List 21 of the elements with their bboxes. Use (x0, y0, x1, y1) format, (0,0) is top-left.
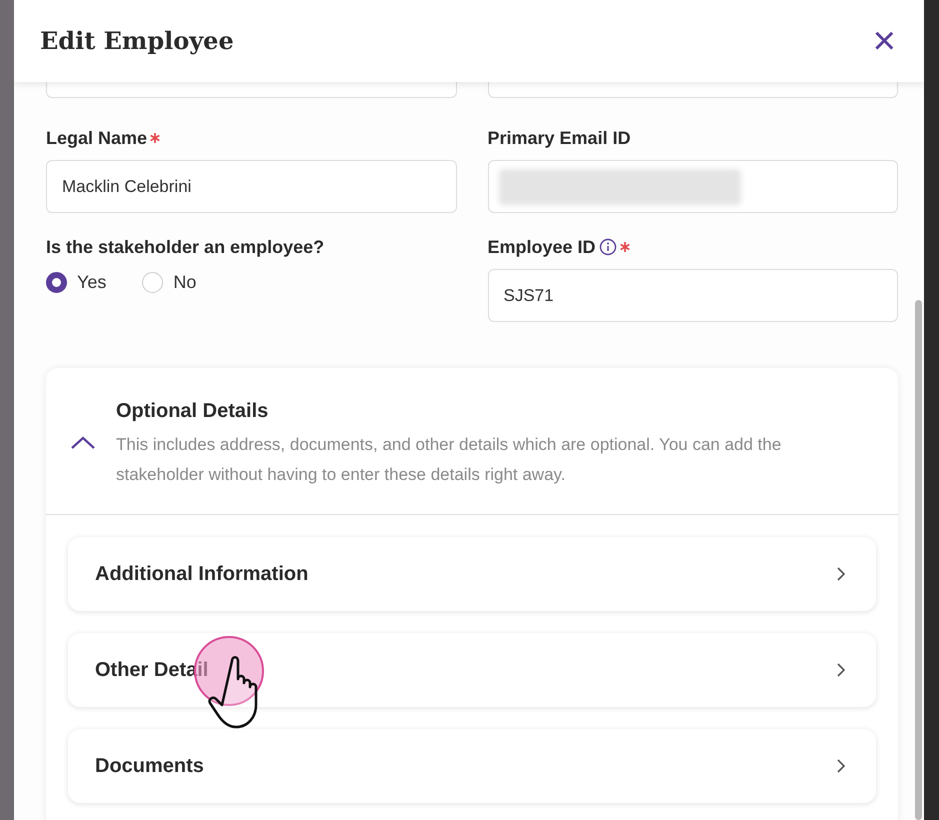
chevron-up-icon[interactable] (70, 435, 96, 451)
section-row[interactable]: Additional Information (68, 537, 876, 611)
chevron-right-icon (836, 662, 846, 678)
chevron-right-icon (836, 758, 846, 774)
dialog-title: Edit Employee (40, 25, 234, 57)
input-field[interactable]: Macklin Celebrini (46, 160, 456, 213)
radio-option[interactable]: Yes (46, 269, 106, 296)
field-label: Legal Name (46, 126, 148, 150)
section-description: This includes address, documents, and other details which are optional. You can add the stakeholder without having to enter these details right away. (116, 434, 782, 486)
field-label: Primary Email ID (488, 126, 631, 150)
radio-option[interactable]: No (142, 269, 196, 296)
field-label: Is the stakeholder an employee? (46, 236, 324, 259)
input-field[interactable]: SJS71 (488, 269, 898, 322)
chevron-right-icon (836, 566, 846, 582)
input-field[interactable] (488, 160, 898, 213)
info-icon[interactable] (598, 238, 617, 256)
field-label: Employee ID (488, 236, 596, 259)
close-button[interactable]: × (872, 21, 896, 61)
section-row[interactable]: Documents (68, 729, 876, 803)
section-title: Optional Details (116, 399, 270, 424)
scrollbar[interactable] (915, 300, 922, 820)
